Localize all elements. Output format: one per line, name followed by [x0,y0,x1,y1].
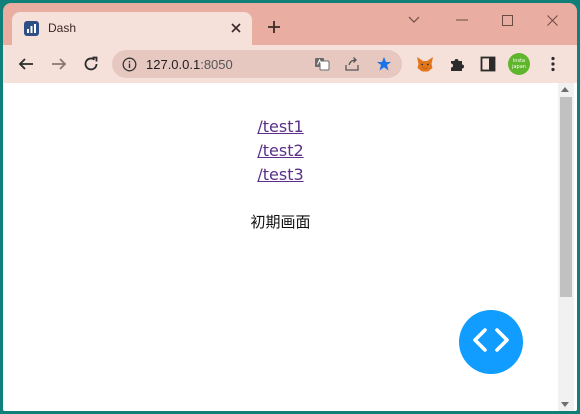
code-brackets-icon [471,326,511,359]
url-host: 127.0.0.1 [146,57,201,72]
scroll-down-arrow-icon[interactable] [561,402,569,407]
address-bar[interactable]: 127.0.0.1:8050 [112,50,402,78]
kebab-menu-icon[interactable] [544,55,562,73]
browser-window: Dash 127.0.0.1:8050 insta japan /test1 /… [3,3,577,411]
avatar-line2: japan [512,64,526,70]
tab-close-icon[interactable] [228,20,244,36]
dash-chart-icon [24,21,39,36]
link-test2[interactable]: /test2 [3,139,558,163]
scroll-thumb[interactable] [560,97,572,297]
nav-links: /test1 /test2 /test3 [3,115,558,187]
back-arrow-icon[interactable] [16,54,36,74]
puzzle-icon[interactable] [448,55,466,73]
page-status-text: 初期画面 [250,213,311,231]
reload-icon[interactable] [81,54,101,74]
new-tab-plus-icon[interactable] [265,18,283,36]
url-text[interactable]: 127.0.0.1:8050 [146,57,233,72]
metamask-fox-icon[interactable] [416,55,434,73]
maximize-icon[interactable] [484,9,530,31]
link-test1[interactable]: /test1 [3,115,558,139]
forward-arrow-icon[interactable] [49,54,69,74]
site-info-icon[interactable] [121,56,137,72]
share-icon[interactable] [344,56,360,72]
link-test3[interactable]: /test3 [3,163,558,187]
dash-debug-button[interactable] [459,310,523,374]
tab-dash[interactable]: Dash [12,12,252,45]
scroll-up-arrow-icon[interactable] [561,87,569,92]
browser-toolbar: 127.0.0.1:8050 insta japan [3,45,577,83]
page-content: /test1 /test2 /test3 初期画面 [3,83,577,411]
minimize-icon[interactable] [439,9,485,31]
profile-avatar[interactable]: insta japan [508,53,530,75]
tab-strip: Dash [3,3,577,45]
star-icon[interactable] [376,56,392,72]
side-panel-icon[interactable] [479,55,497,73]
translate-icon[interactable] [314,56,330,72]
tab-title: Dash [48,21,77,35]
url-port: :8050 [200,57,233,72]
window-close-icon[interactable] [529,9,575,31]
vertical-scrollbar[interactable] [558,83,574,411]
tab-search-chevron-icon[interactable] [391,9,437,31]
